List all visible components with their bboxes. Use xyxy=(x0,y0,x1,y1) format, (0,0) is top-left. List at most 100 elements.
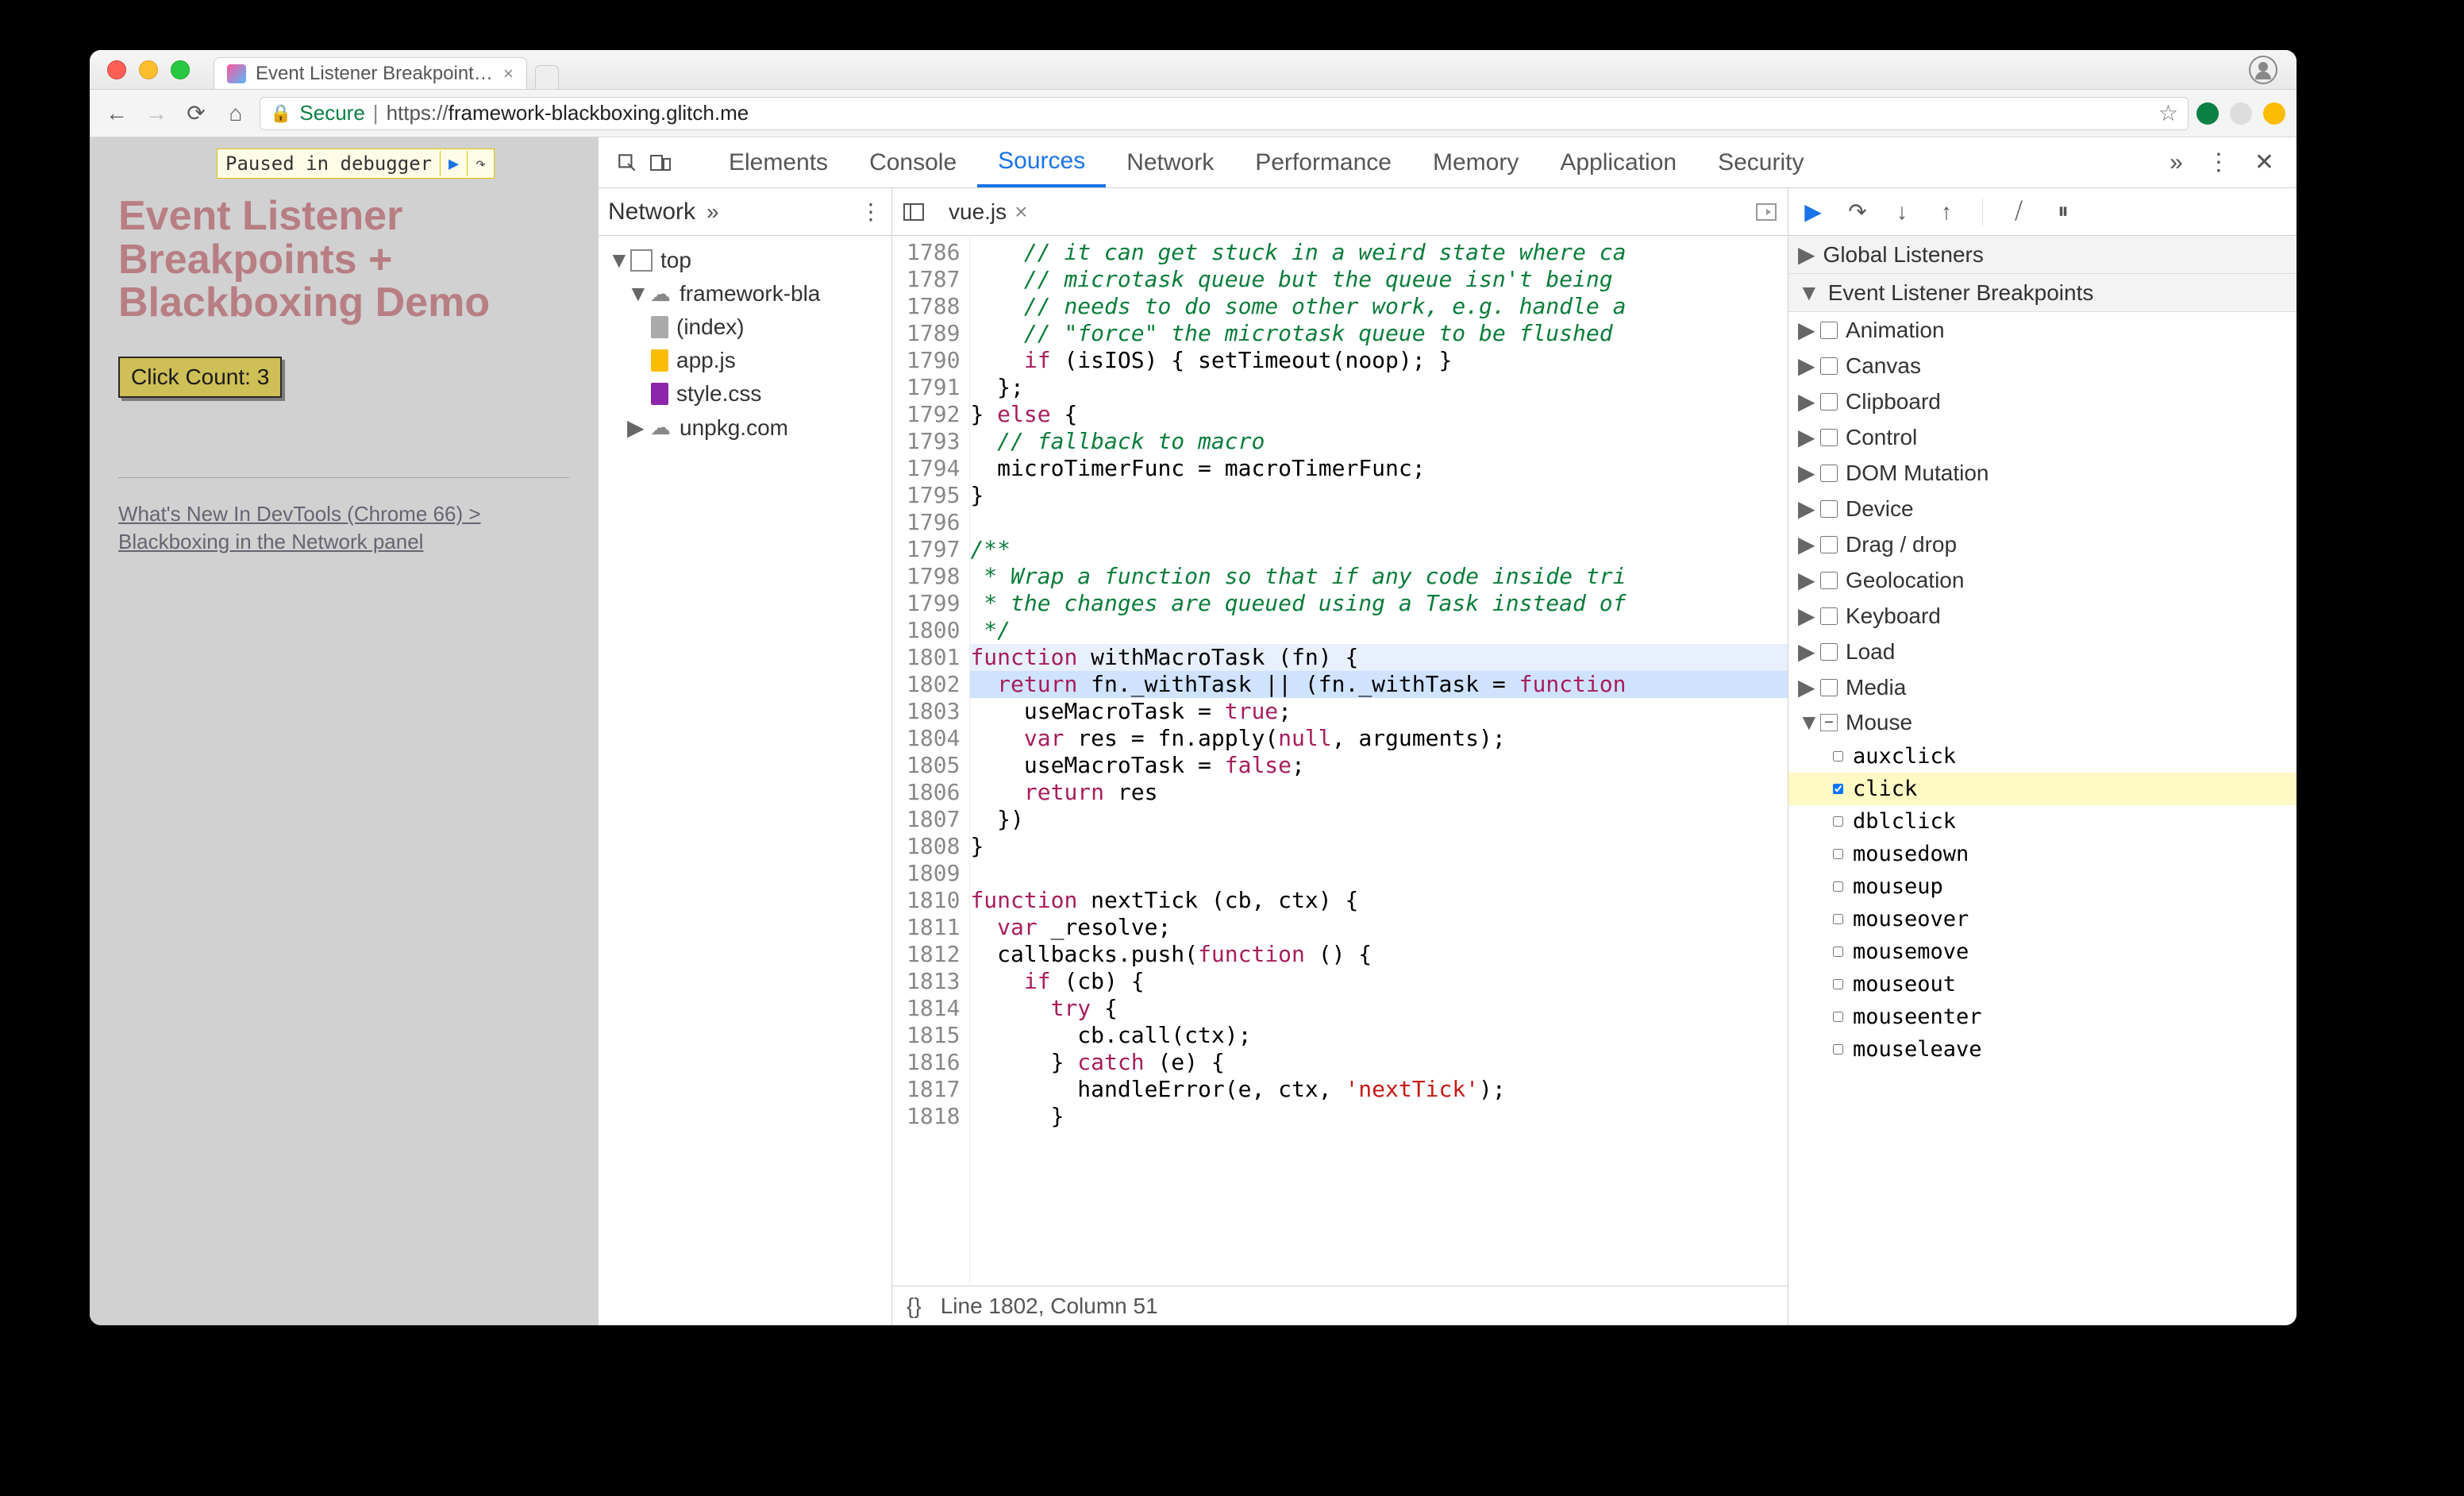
event-breakpoint-mousedown[interactable]: mousedown xyxy=(1788,838,2297,870)
deactivate-breakpoints-icon[interactable]: ⧸ xyxy=(2005,199,2032,226)
profile-icon[interactable] xyxy=(2249,56,2277,84)
category-checkbox[interactable] xyxy=(1820,322,1838,339)
step-over-icon[interactable]: ↷ xyxy=(1844,199,1871,226)
event-breakpoint-mouseover[interactable]: mouseover xyxy=(1788,903,2297,935)
event-category[interactable]: ▶Animation xyxy=(1788,312,2297,348)
event-category[interactable]: ▶Geolocation xyxy=(1788,562,2297,598)
navigator-tab-network[interactable]: Network xyxy=(608,199,695,226)
category-checkbox[interactable] xyxy=(1820,536,1838,553)
event-category[interactable]: ▶DOM Mutation xyxy=(1788,455,2297,491)
event-checkbox[interactable] xyxy=(1833,751,1843,761)
event-category[interactable]: ▶Keyboard xyxy=(1788,598,2297,634)
category-checkbox[interactable] xyxy=(1820,465,1838,482)
category-checkbox[interactable] xyxy=(1820,679,1838,696)
event-checkbox[interactable] xyxy=(1833,914,1843,924)
section-event-listener-breakpoints[interactable]: ▼ Event Listener Breakpoints xyxy=(1788,274,2297,312)
resume-icon[interactable]: ▶ xyxy=(1800,199,1827,226)
event-breakpoint-mouseup[interactable]: mouseup xyxy=(1788,870,2297,903)
event-category[interactable]: ▶Drag / drop xyxy=(1788,526,2297,562)
zoom-window-button[interactable] xyxy=(171,60,190,79)
back-button[interactable]: ← xyxy=(101,98,133,129)
toggle-navigator-icon[interactable] xyxy=(900,200,927,224)
navigator-menu-icon[interactable]: ⋮ xyxy=(860,199,882,225)
category-checkbox[interactable] xyxy=(1820,357,1838,375)
home-button[interactable]: ⌂ xyxy=(220,98,252,129)
open-file-tab[interactable]: vue.js × xyxy=(937,194,1040,230)
forward-button[interactable]: → xyxy=(141,98,172,129)
tab-security[interactable]: Security xyxy=(1697,137,1824,187)
tree-item[interactable]: app.js xyxy=(605,344,885,377)
close-window-button[interactable] xyxy=(107,60,126,79)
step-over-button[interactable]: ↷ xyxy=(467,151,494,176)
tree-item[interactable]: ▶☁unpkg.com xyxy=(605,411,885,445)
tab-console[interactable]: Console xyxy=(849,137,977,187)
event-checkbox[interactable] xyxy=(1833,979,1843,989)
event-breakpoint-mouseleave[interactable]: mouseleave xyxy=(1788,1033,2297,1066)
event-checkbox[interactable] xyxy=(1833,881,1843,892)
extension-icon[interactable] xyxy=(2230,102,2252,125)
tree-item[interactable]: (index) xyxy=(605,310,885,344)
close-file-icon[interactable]: × xyxy=(1014,199,1027,225)
navigator-more-icon[interactable]: » xyxy=(706,199,719,225)
device-toolbar-icon[interactable] xyxy=(645,147,676,179)
pause-on-exceptions-icon[interactable]: ⏸ xyxy=(2050,199,2077,226)
event-checkbox[interactable] xyxy=(1833,849,1843,859)
tree-item[interactable]: style.css xyxy=(605,377,885,411)
event-category[interactable]: ▶Clipboard xyxy=(1788,384,2297,419)
event-category[interactable]: ▶Control xyxy=(1788,419,2297,455)
category-checkbox[interactable] xyxy=(1820,607,1838,625)
event-category[interactable]: ▶Device xyxy=(1788,491,2297,526)
event-category[interactable]: ▶Canvas xyxy=(1788,348,2297,384)
event-breakpoint-auxclick[interactable]: auxclick xyxy=(1788,740,2297,773)
resume-button[interactable]: ▶ xyxy=(440,151,467,176)
file-icon xyxy=(651,383,668,405)
inspect-element-icon[interactable] xyxy=(611,147,643,179)
event-checkbox[interactable] xyxy=(1833,1044,1843,1055)
toggle-debugger-pane-icon[interactable] xyxy=(1753,200,1780,224)
event-breakpoint-click[interactable]: click xyxy=(1788,773,2297,805)
extension-icon[interactable] xyxy=(2263,102,2285,125)
minimize-window-button[interactable] xyxy=(139,60,158,79)
reload-button[interactable]: ⟳ xyxy=(180,98,212,129)
event-breakpoint-mouseout[interactable]: mouseout xyxy=(1788,968,2297,1001)
tab-application[interactable]: Application xyxy=(1539,137,1697,187)
braces-icon[interactable]: {} xyxy=(907,1294,922,1319)
category-checkbox[interactable] xyxy=(1820,429,1838,446)
event-category[interactable]: ▶Media xyxy=(1788,669,2297,705)
step-out-icon[interactable]: ↑ xyxy=(1933,199,1960,226)
chevron-icon: ▼ xyxy=(627,281,641,307)
tab-sources[interactable]: Sources xyxy=(977,137,1106,187)
event-checkbox[interactable] xyxy=(1833,1012,1843,1022)
tab-performance[interactable]: Performance xyxy=(1234,137,1412,187)
tab-network[interactable]: Network xyxy=(1106,137,1234,187)
event-breakpoint-dblclick[interactable]: dblclick xyxy=(1788,805,2297,838)
category-checkbox[interactable]: − xyxy=(1820,714,1838,731)
code-editor[interactable]: 1786178717881789179017911792179317941795… xyxy=(892,236,1788,1286)
event-checkbox[interactable] xyxy=(1833,816,1843,827)
event-checkbox[interactable] xyxy=(1833,784,1843,794)
event-checkbox[interactable] xyxy=(1833,947,1843,957)
kebab-menu-icon[interactable]: ⋮ xyxy=(2199,148,2239,176)
event-category[interactable]: ▶Load xyxy=(1788,634,2297,669)
tree-item[interactable]: ▼top xyxy=(605,244,885,277)
extension-icon[interactable] xyxy=(2196,102,2219,125)
new-tab-button[interactable] xyxy=(535,65,559,89)
close-tab-icon[interactable]: × xyxy=(503,64,514,84)
category-checkbox[interactable] xyxy=(1820,643,1838,661)
browser-tab-active[interactable]: Event Listener Breakpoints + B × xyxy=(214,57,527,89)
category-checkbox[interactable] xyxy=(1820,572,1838,589)
category-checkbox[interactable] xyxy=(1820,500,1838,518)
category-checkbox[interactable] xyxy=(1820,393,1838,411)
event-category-mouse[interactable]: ▼−Mouse xyxy=(1788,705,2297,740)
tab-memory[interactable]: Memory xyxy=(1412,137,1539,187)
bookmark-star-icon[interactable]: ☆ xyxy=(2158,100,2178,126)
close-devtools-icon[interactable]: ✕ xyxy=(2246,148,2282,176)
event-breakpoint-mouseenter[interactable]: mouseenter xyxy=(1788,1001,2297,1033)
step-into-icon[interactable]: ↓ xyxy=(1888,199,1915,226)
tree-item[interactable]: ▼☁framework-bla xyxy=(605,277,885,310)
section-global-listeners[interactable]: ▶ Global Listeners xyxy=(1788,236,2297,274)
tab-elements[interactable]: Elements xyxy=(708,137,849,187)
event-breakpoint-mousemove[interactable]: mousemove xyxy=(1788,935,2297,968)
more-tabs-icon[interactable]: » xyxy=(2162,149,2191,176)
address-bar[interactable]: 🔒 Secure | https://framework-blackboxing… xyxy=(260,97,2189,130)
